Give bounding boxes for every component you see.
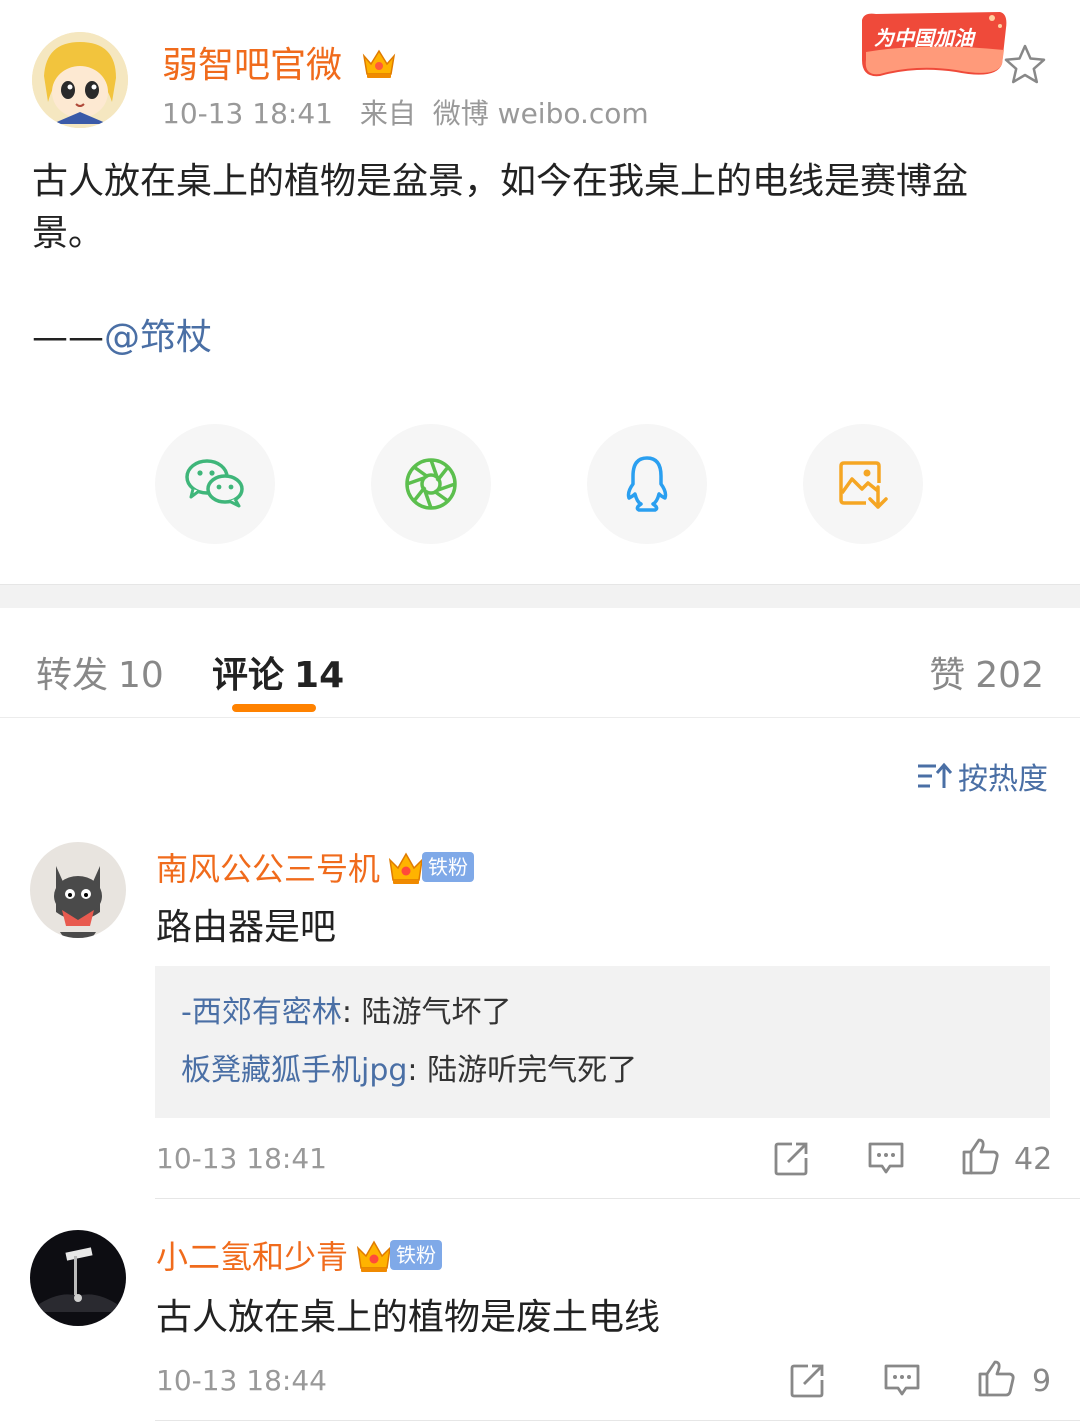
reply-comment-button[interactable] — [866, 1138, 906, 1178]
section-divider — [0, 584, 1080, 608]
reply-text: : 陆游听完气死了 — [407, 1053, 638, 1088]
fan-crown-icon — [356, 1240, 392, 1272]
post-time: 10-13 18:41 — [162, 97, 333, 130]
commenter-name-text[interactable]: 南风公公三号机 — [156, 844, 380, 890]
reply-item: 板凳藏狐手机jpg: 陆游听完气死了 — [181, 1042, 1024, 1100]
save-image-icon — [839, 461, 888, 509]
post-source: 微博 weibo.com — [432, 97, 649, 130]
author-avatar[interactable] — [32, 32, 128, 128]
interaction-tabs: 转发 10 评论 14 赞 202 — [0, 608, 1080, 718]
post-text: 古人放在桌上的植物是盆景，如今在我桌上的电线是赛博盆景。 — [32, 161, 969, 254]
repost-comment-button[interactable] — [788, 1360, 828, 1400]
reply-item: -西郊有密林: 陆游气坏了 — [181, 984, 1024, 1042]
sort-icon — [918, 762, 952, 788]
qq-icon — [626, 456, 668, 512]
commenter-avatar[interactable] — [30, 842, 126, 938]
author-name-text[interactable]: 弱智吧官微 — [162, 45, 342, 86]
post-source-prefix: 来自 — [359, 97, 416, 130]
post-signature: ——@筇杖 — [32, 312, 1032, 364]
commenter-name[interactable]: 南风公公三号机 铁粉 — [156, 844, 475, 890]
reply-comment-button[interactable] — [882, 1360, 922, 1400]
fan-badge-label: 铁粉 — [390, 1240, 443, 1270]
share-out-icon — [790, 1364, 824, 1398]
reply-text: : 陆游气坏了 — [341, 995, 512, 1030]
comment-text: 古人放在桌上的植物是废土电线 — [156, 1297, 661, 1338]
reply-preview-box[interactable]: -西郊有密林: 陆游气坏了 板凳藏狐手机jpg: 陆游听完气死了 — [155, 966, 1050, 1118]
tab-repost-label: 转发 — [36, 655, 109, 696]
repost-comment-button[interactable] — [772, 1138, 812, 1178]
comment-separator — [155, 1198, 1080, 1199]
share-wechat-button[interactable] — [155, 424, 275, 544]
share-out-icon — [774, 1142, 808, 1176]
post-header: 弱智吧官微 10-13 18:41 来自 微博 weibo.com 为中国加油 — [0, 0, 1080, 140]
tab-comment[interactable]: 评论 14 — [212, 646, 344, 698]
tab-like-count: 202 — [975, 655, 1044, 696]
fan-badge-label: 铁粉 — [422, 852, 475, 882]
share-qq-button[interactable] — [587, 424, 707, 544]
commenter-avatar[interactable] — [30, 1230, 126, 1326]
thumbs-up-icon — [962, 1138, 999, 1175]
comment-separator — [155, 1420, 1080, 1421]
comment-like-count: 42 — [1014, 1142, 1053, 1177]
post-body: 古人放在桌上的植物是盆景，如今在我桌上的电线是赛博盆景。 ——@筇杖 — [32, 156, 1032, 364]
commenter-name-text[interactable]: 小二氢和少青 — [156, 1232, 348, 1278]
comment-time: 10-13 18:41 — [156, 1142, 327, 1175]
tab-repost-count: 10 — [118, 655, 164, 696]
sort-label: 按热度 — [958, 762, 1048, 797]
save-image-button[interactable] — [803, 424, 923, 544]
tab-comment-label: 评论 — [212, 655, 285, 696]
share-moments-button[interactable] — [371, 424, 491, 544]
favorite-star-icon[interactable] — [1002, 42, 1048, 88]
sort-by-hot-button[interactable]: 按热度 — [916, 754, 1048, 798]
reply-username[interactable]: -西郊有密林 — [181, 995, 342, 1030]
comment-bubble-icon — [884, 1364, 920, 1396]
share-row — [0, 424, 1080, 544]
comment-text: 路由器是吧 — [156, 907, 337, 948]
vip-crown-icon — [361, 46, 397, 89]
like-comment-button[interactable] — [976, 1358, 1016, 1398]
post-meta: 10-13 18:41 来自 微博 weibo.com — [162, 92, 649, 132]
tab-comment-count: 14 — [294, 655, 345, 696]
wechat-icon — [185, 459, 244, 508]
comment-time: 10-13 18:44 — [156, 1364, 327, 1397]
fan-badge: 铁粉 — [354, 1236, 443, 1274]
fan-crown-icon — [388, 852, 424, 884]
reply-username[interactable]: 板凳藏狐手机jpg — [181, 1053, 407, 1088]
fan-badge: 铁粉 — [386, 848, 475, 886]
thumbs-up-icon — [978, 1360, 1015, 1397]
tab-like[interactable]: 赞 202 — [929, 646, 1044, 698]
active-tab-indicator — [232, 704, 316, 712]
cheer-badge-text: 为中国加油 — [874, 26, 974, 50]
comment-like-count: 9 — [1032, 1364, 1052, 1399]
tab-like-label: 赞 — [929, 655, 966, 696]
like-comment-button[interactable] — [960, 1136, 1000, 1176]
signature-prefix: —— — [32, 317, 104, 358]
cheer-badge: 为中国加油 — [856, 6, 1012, 80]
author-name[interactable]: 弱智吧官微 — [162, 36, 397, 89]
tab-repost[interactable]: 转发 10 — [36, 646, 164, 698]
comment-bubble-icon — [868, 1142, 904, 1174]
moments-icon — [405, 458, 457, 510]
commenter-name[interactable]: 小二氢和少青 铁粉 — [156, 1232, 443, 1278]
signature-mention[interactable]: @筇杖 — [104, 317, 212, 358]
